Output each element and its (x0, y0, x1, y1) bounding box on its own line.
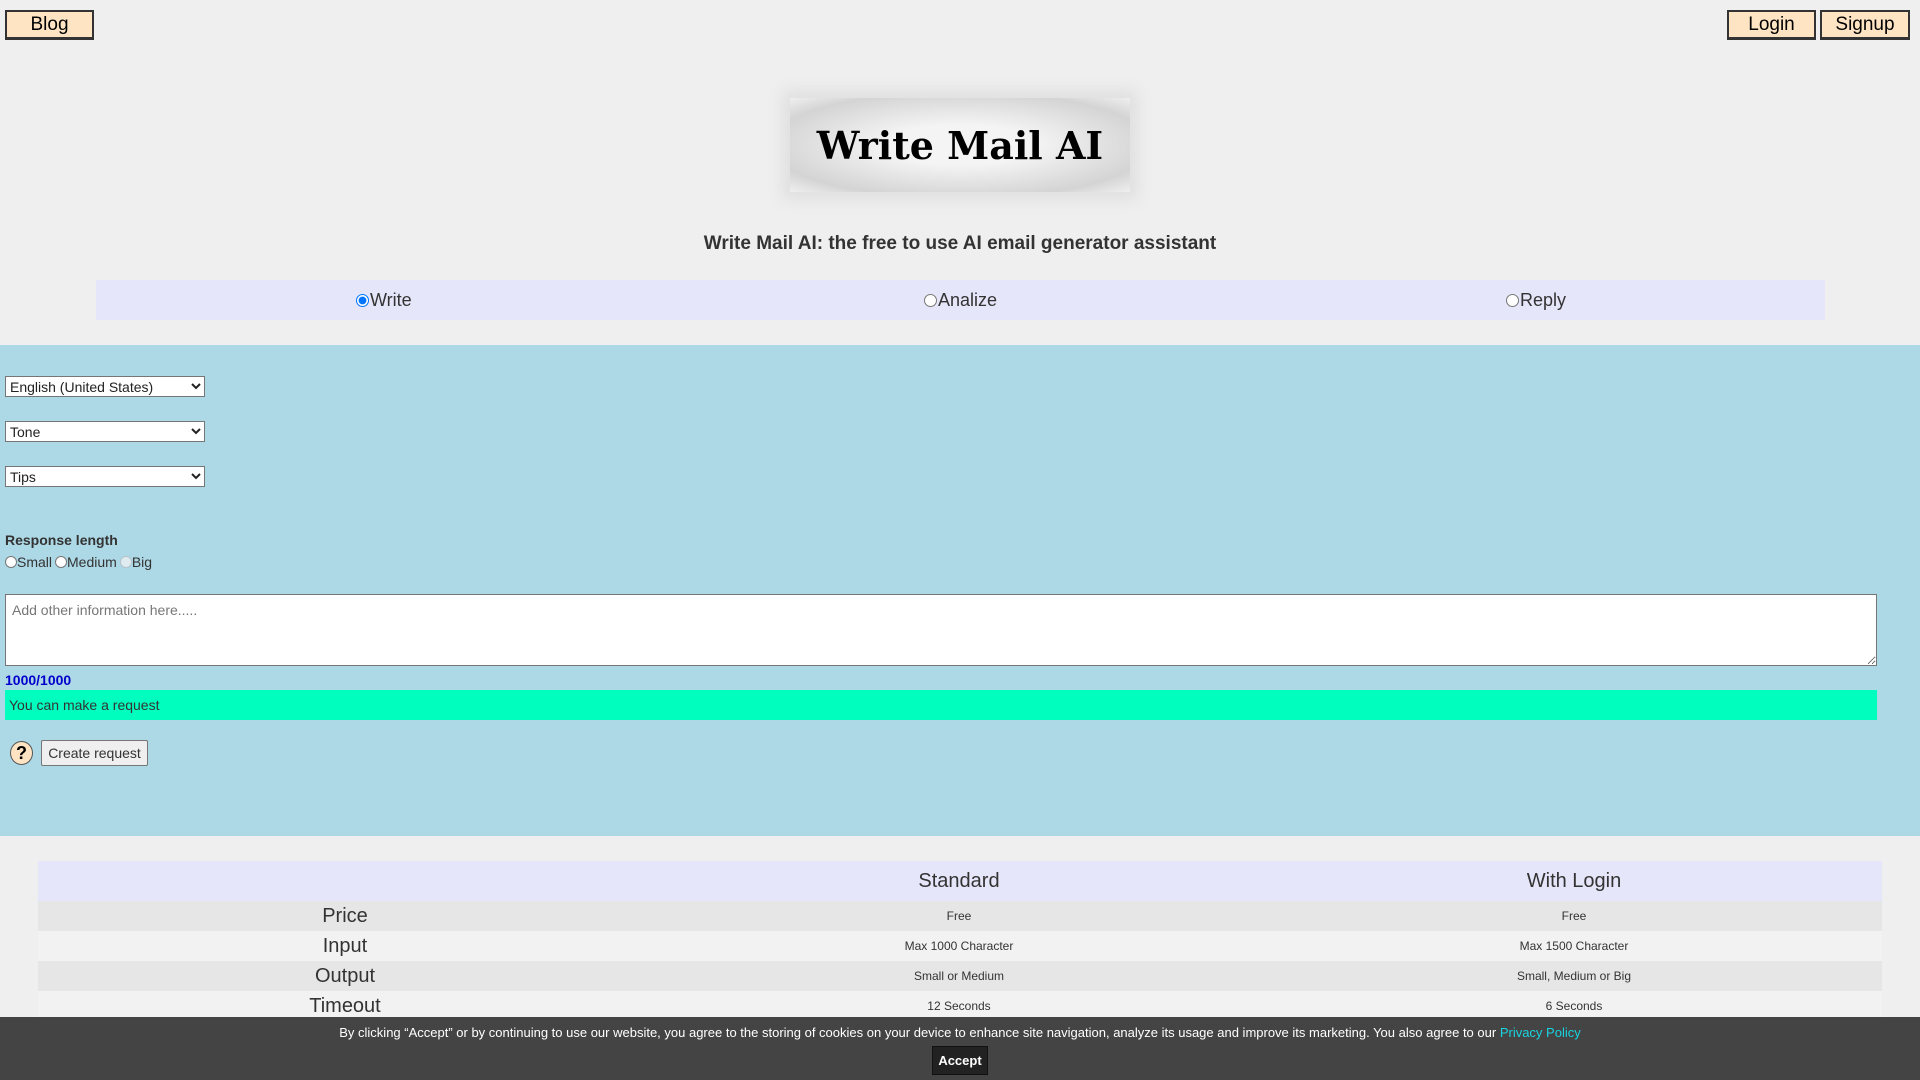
response-small-label[interactable]: Small (17, 554, 52, 570)
response-big-label[interactable]: Big (132, 554, 152, 570)
logo: Write Mail AI (790, 98, 1130, 192)
cookie-text: By clicking “Accept” or by continuing to… (339, 1025, 1500, 1040)
mode-label: Write (370, 289, 412, 310)
signup-button[interactable]: Signup (1820, 10, 1910, 40)
response-length-options: Small Medium Big (5, 554, 155, 570)
mode-reply-radio[interactable] (1506, 293, 1519, 307)
table-cell: 12 Seconds (927, 999, 991, 1013)
page-subtitle: Write Mail AI: the free to use AI email … (703, 233, 1217, 254)
response-length-label: Response length (5, 532, 118, 548)
table-cell: Free (946, 909, 972, 923)
response-medium-radio[interactable] (55, 556, 68, 568)
table-cell: Max 1000 Character (904, 939, 1014, 953)
status-message: You can make a request (5, 690, 1877, 720)
logo-title: Write Mail AI (816, 122, 1104, 168)
row-header: Output (314, 964, 376, 987)
table-cell: 6 Seconds (1545, 999, 1603, 1013)
table-header: Standard With Login (38, 861, 1882, 901)
mode-analize[interactable]: Analize (924, 280, 997, 320)
tips-select[interactable]: Tips (5, 466, 205, 487)
table-row: Input Max 1000 Character Max 1500 Characte… (38, 931, 1882, 961)
response-medium-label[interactable]: Medium (67, 554, 117, 570)
mode-analize-radio[interactable] (924, 293, 937, 307)
privacy-policy-link[interactable]: Privacy Policy (1500, 1025, 1581, 1040)
tone-select[interactable]: Tone (5, 421, 205, 442)
request-form: English (United States) Tone Tips Respon… (0, 345, 1920, 836)
response-small-radio[interactable] (5, 556, 17, 568)
mode-label: Reply (1520, 289, 1567, 310)
row-header: Price (322, 904, 368, 927)
accept-cookies-button[interactable]: Accept (932, 1046, 988, 1075)
mode-reply[interactable]: Reply (1506, 280, 1566, 320)
character-counter: 1000/1000 (5, 672, 72, 688)
response-big-radio[interactable] (119, 556, 132, 568)
mode-write[interactable]: Write (356, 280, 412, 320)
mode-write-radio[interactable] (356, 293, 369, 307)
row-header: Input (322, 934, 368, 957)
cookie-banner: By clicking “Accept” or by continuing to… (0, 1017, 1920, 1080)
create-request-button[interactable]: Create request (41, 740, 148, 766)
table-row: Output Small or Medium Small, Medium or Bi… (38, 961, 1882, 991)
table-row: Price Free Free (38, 901, 1882, 931)
plans-table: Standard With Login Price Free Free Input Ma… (38, 861, 1882, 1021)
row-header: Timeout (309, 994, 381, 1017)
table-cell: Free (1561, 909, 1587, 923)
table-cell: Small or Medium (913, 969, 1005, 983)
help-icon[interactable]: ? (10, 741, 33, 765)
table-header-cell: Standard (918, 869, 1000, 892)
table-cell: Max 1500 Character (1519, 939, 1629, 953)
table-cell: Small, Medium or Big (1516, 969, 1632, 983)
login-button[interactable]: Login (1727, 10, 1816, 40)
language-select[interactable]: English (United States) (5, 376, 205, 397)
info-textarea[interactable] (5, 594, 1877, 666)
blog-button[interactable]: Blog (5, 10, 94, 40)
mode-selector: Write Analize Reply (96, 280, 1825, 320)
mode-label: Analize (938, 289, 998, 310)
table-header-cell: With Login (1526, 869, 1622, 892)
